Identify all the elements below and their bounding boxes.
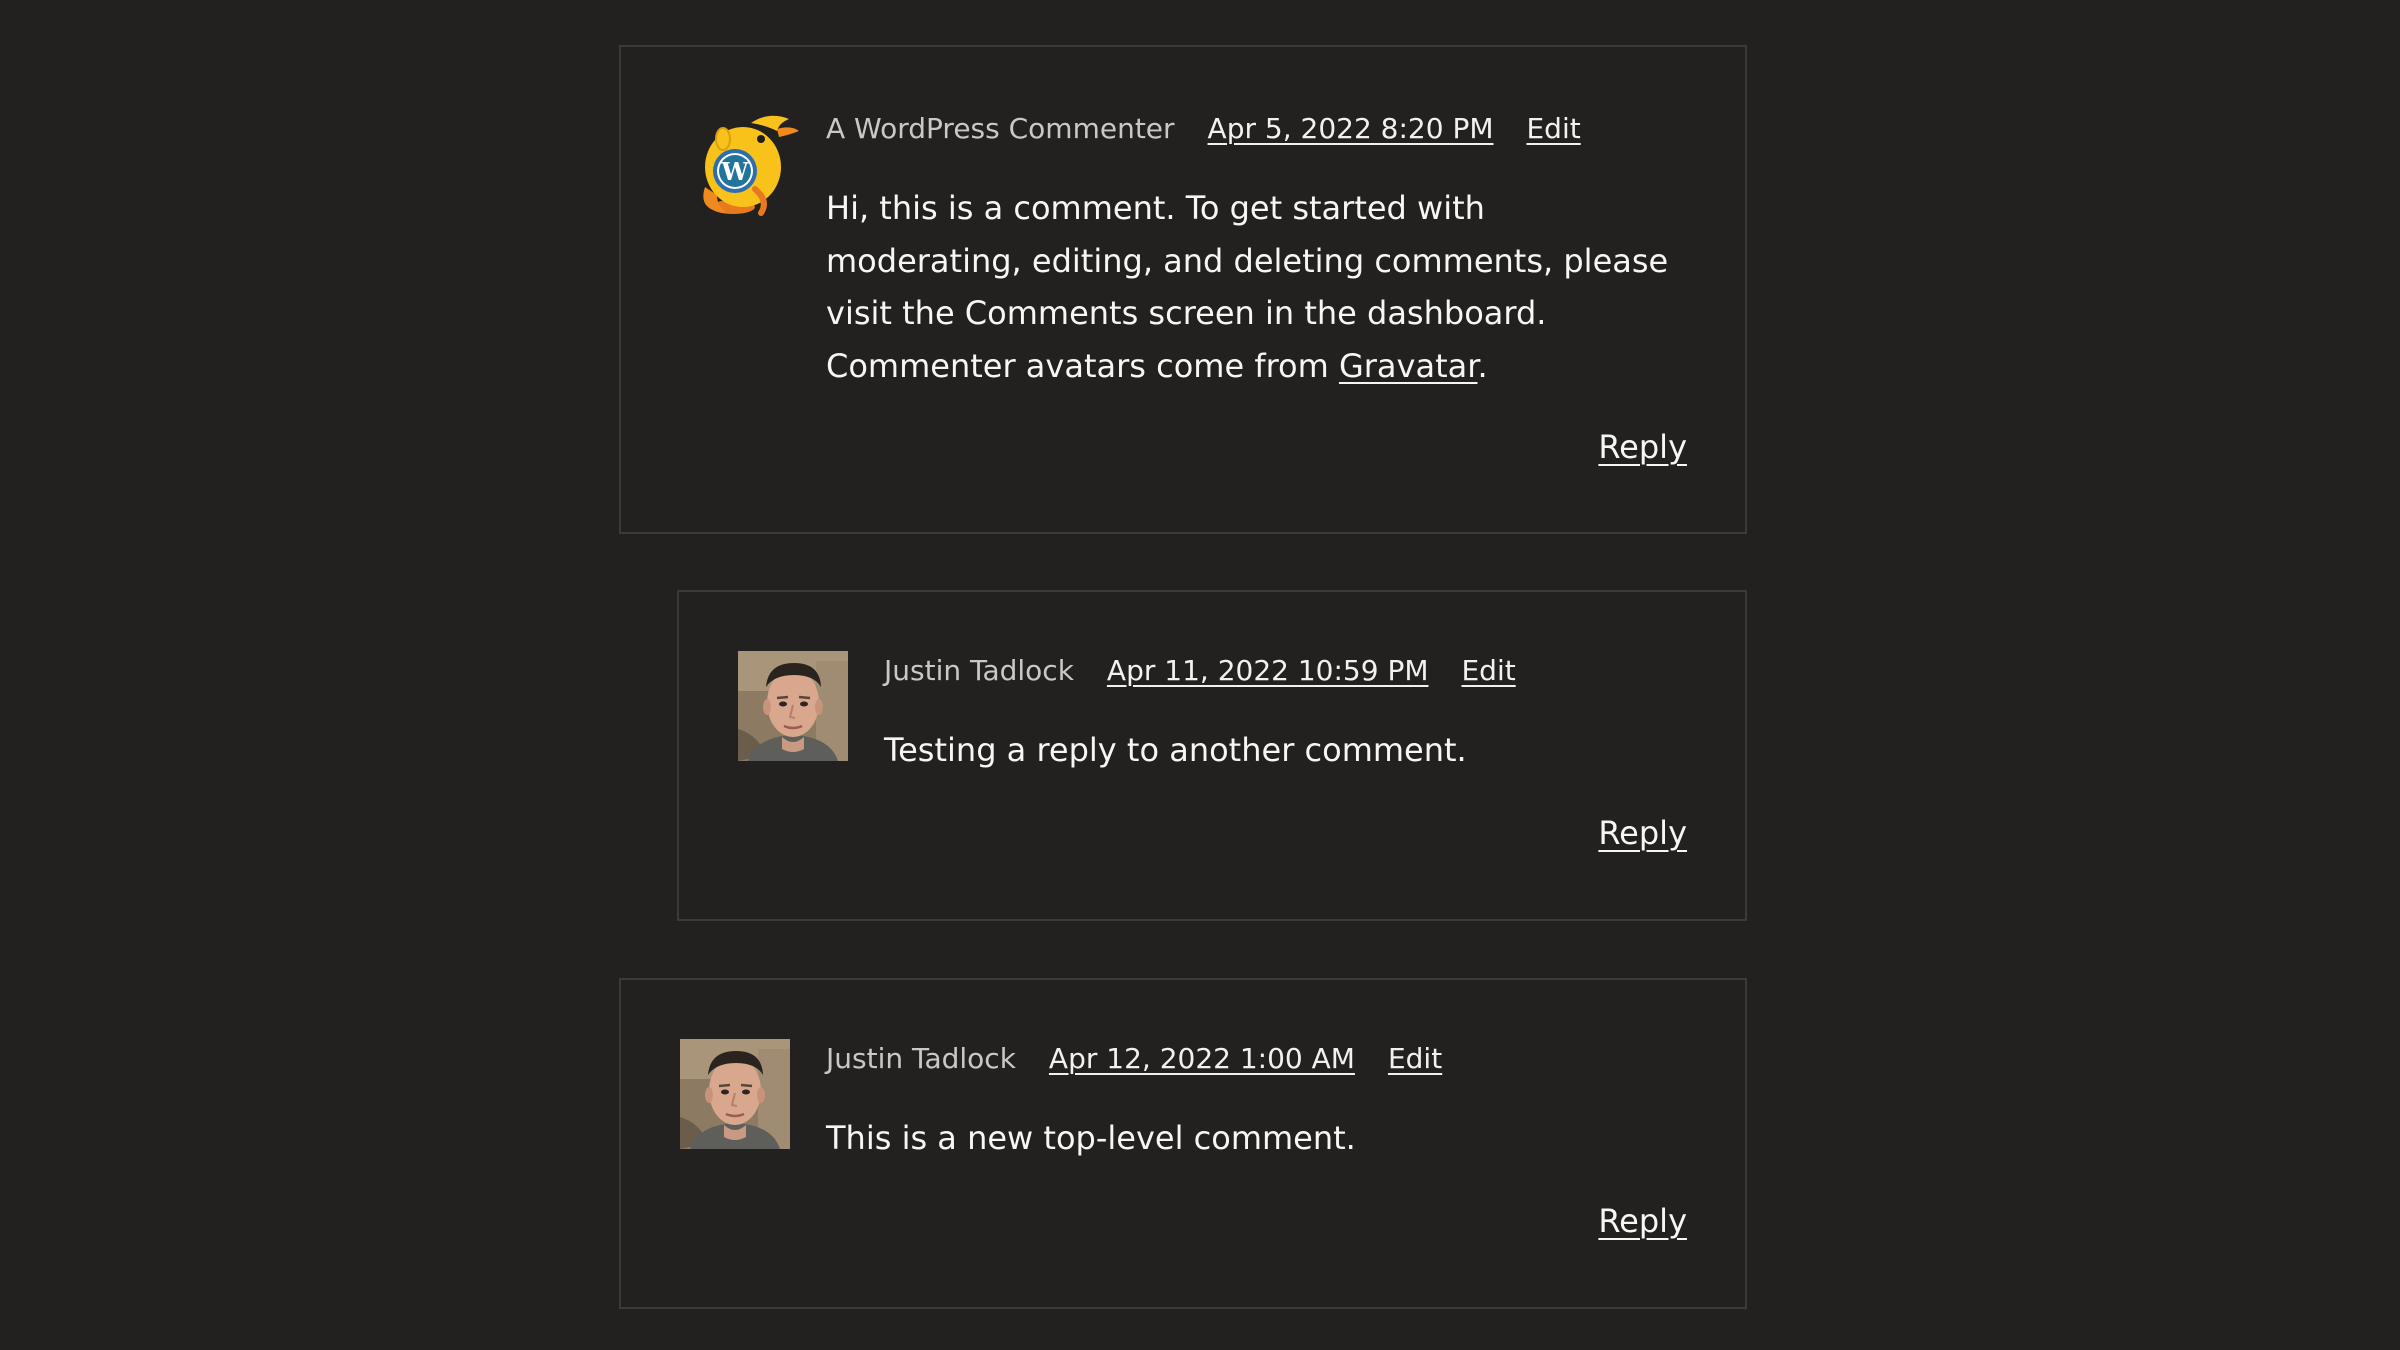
comment-author: Justin Tadlock [826, 1042, 1016, 1075]
comment-author: A WordPress Commenter [826, 112, 1175, 145]
comment-date-link[interactable]: Apr 12, 2022 1:00 AM [1049, 1042, 1355, 1075]
svg-text:W: W [721, 157, 750, 186]
edit-comment-link[interactable]: Edit [1388, 1042, 1442, 1075]
comment-author: Justin Tadlock [884, 654, 1074, 687]
comment-date-link[interactable]: Apr 5, 2022 8:20 PM [1208, 112, 1494, 145]
comment-text: Testing a reply to another comment. [884, 731, 1467, 769]
comment-content: Hi, this is a comment. To get started wi… [826, 182, 1676, 392]
comment-content: This is a new top-level comment. [826, 1112, 1626, 1165]
reply-link[interactable]: Reply [1598, 1201, 1687, 1241]
wapuu-avatar-icon: W [691, 109, 801, 219]
user-photo-avatar-icon [680, 1039, 790, 1149]
comment-card-reply: Justin Tadlock Apr 11, 2022 10:59 PM Edit … [677, 590, 1747, 921]
comment-meta: Justin Tadlock Apr 12, 2022 1:00 AM Edit [826, 1039, 1442, 1079]
comment-date-link[interactable]: Apr 11, 2022 10:59 PM [1107, 654, 1429, 687]
user-photo-avatar-icon [738, 651, 848, 761]
comments-list: W A WordPress Commenter Apr 5, 2022 8:20 … [0, 0, 2400, 1350]
comment-meta: Justin Tadlock Apr 11, 2022 10:59 PM Edit [884, 651, 1516, 691]
comment-content: Testing a reply to another comment. [884, 724, 1684, 777]
reply-link[interactable]: Reply [1598, 813, 1687, 853]
comment-card: W A WordPress Commenter Apr 5, 2022 8:20 … [619, 45, 1747, 534]
gravatar-link[interactable]: Gravatar [1339, 347, 1477, 385]
comment-text: This is a new top-level comment. [826, 1119, 1356, 1157]
edit-comment-link[interactable]: Edit [1461, 654, 1515, 687]
comment-text: Hi, this is a comment. To get started wi… [826, 189, 1669, 385]
reply-link[interactable]: Reply [1598, 427, 1687, 467]
comment-text-end: . [1477, 346, 1488, 385]
comment-card: Justin Tadlock Apr 12, 2022 1:00 AM Edit T… [619, 978, 1747, 1309]
edit-comment-link[interactable]: Edit [1526, 112, 1580, 145]
comment-meta: A WordPress Commenter Apr 5, 2022 8:20 PM… [826, 109, 1581, 149]
